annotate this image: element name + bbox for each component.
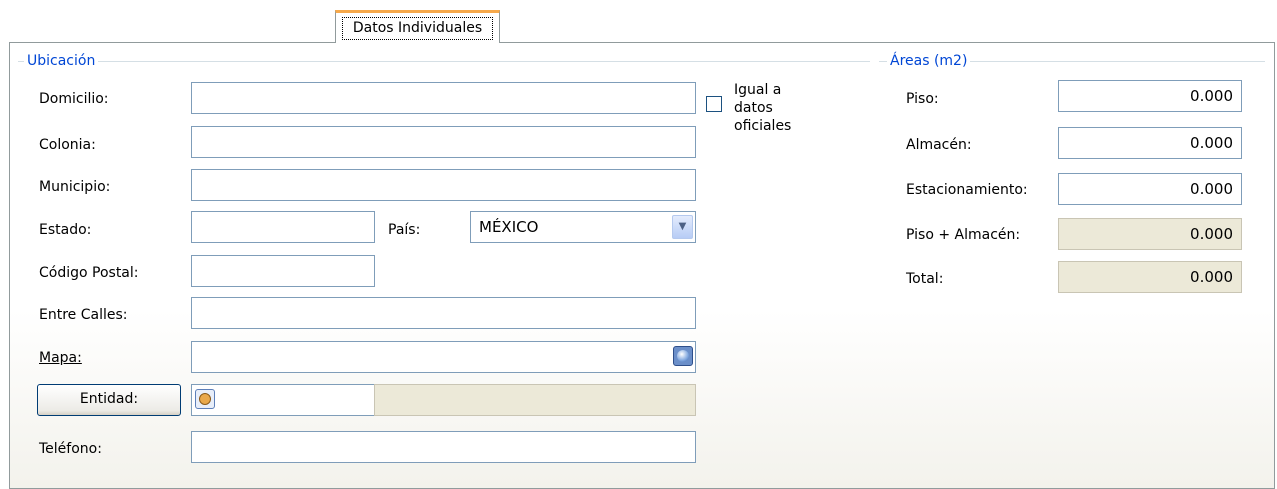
total-field: 0.000: [1058, 261, 1242, 293]
igual-datos-oficiales-checkbox[interactable]: [706, 96, 722, 112]
codigo-postal-field[interactable]: [191, 255, 375, 287]
entidad-button[interactable]: Entidad:: [37, 384, 181, 416]
pais-select[interactable]: MÉXICO ▼: [470, 211, 696, 243]
estacionamiento-label: Estacionamiento:: [906, 182, 1028, 198]
colonia-field[interactable]: [191, 126, 696, 158]
domicilio-field[interactable]: [191, 82, 696, 114]
globe-icon[interactable]: [673, 346, 693, 366]
ubicacion-group-title: Ubicación: [24, 52, 99, 70]
chevron-down-icon[interactable]: ▼: [672, 215, 693, 239]
codigo-postal-label: Código Postal:: [39, 265, 139, 281]
almacen-label: Almacén:: [906, 137, 972, 153]
ubicacion-group-border: [18, 61, 870, 62]
telefono-field[interactable]: [191, 431, 696, 463]
almacen-field[interactable]: 0.000: [1058, 127, 1242, 159]
entre-calles-label: Entre Calles:: [39, 307, 128, 323]
piso-almacen-label: Piso + Almacén:: [906, 227, 1021, 243]
entidad-code-field[interactable]: [191, 384, 375, 416]
estacionamiento-field[interactable]: 0.000: [1058, 173, 1242, 205]
estado-label: Estado:: [39, 222, 92, 238]
total-label: Total:: [906, 271, 944, 287]
entre-calles-field[interactable]: [191, 297, 696, 329]
mapa-link[interactable]: Mapa:: [39, 349, 82, 367]
municipio-label: Municipio:: [39, 179, 111, 195]
tab-datos-individuales[interactable]: Datos Individuales: [335, 10, 500, 43]
municipio-field[interactable]: [191, 169, 696, 201]
piso-label: Piso:: [906, 91, 939, 107]
igual-label-line: Igual a: [734, 82, 782, 98]
tab-label: Datos Individuales: [342, 17, 493, 40]
pais-selected-value: MÉXICO: [479, 218, 539, 236]
igual-label-line: datos: [734, 100, 773, 116]
pais-label: País:: [388, 222, 421, 238]
piso-field[interactable]: 0.000: [1058, 80, 1242, 112]
areas-group-title: Áreas (m2): [887, 52, 971, 70]
igual-datos-oficiales-label: Igual a datos oficiales: [734, 81, 791, 135]
estado-field[interactable]: [191, 211, 375, 243]
colonia-label: Colonia:: [39, 137, 96, 153]
mapa-field[interactable]: [191, 341, 696, 373]
igual-label-line: oficiales: [734, 118, 792, 134]
telefono-label: Teléfono:: [39, 441, 102, 457]
search-icon[interactable]: [195, 389, 215, 409]
domicilio-label: Domicilio:: [39, 91, 109, 107]
entidad-name-field: [374, 384, 696, 416]
piso-almacen-field: 0.000: [1058, 218, 1242, 250]
